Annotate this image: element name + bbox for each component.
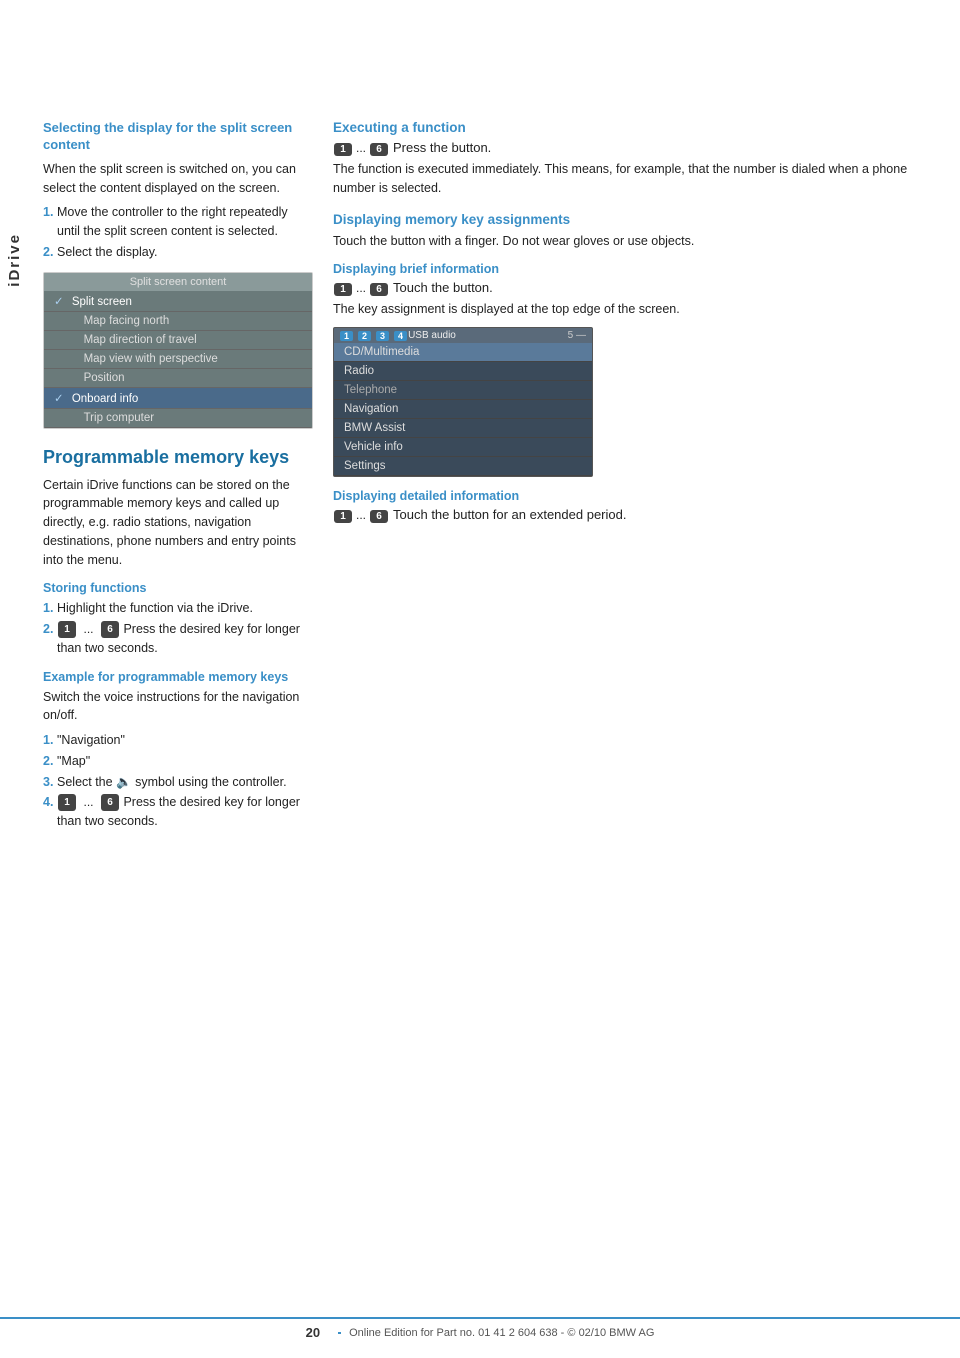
brief-key-6: 6	[370, 283, 388, 296]
split-screen-intro: When the split screen is switched on, yo…	[43, 160, 313, 198]
tab-3-num: 3	[376, 331, 389, 341]
example-step-3: 3. Select the 🔈 symbol using the control…	[43, 773, 313, 792]
section-detailed-info: Displaying detailed information 1 ... 6 …	[333, 489, 940, 523]
example-heading: Example for programmable memory keys	[43, 670, 313, 684]
key-badge-ex-6: 6	[101, 794, 119, 811]
memory-keys-intro: Certain iDrive functions can be stored o…	[43, 476, 313, 570]
screen-topbar: 1 2 3 4 USB audio 5 —	[334, 328, 592, 343]
memory-assignments-text: Touch the button with a finger. Do not w…	[333, 232, 940, 251]
split-screen-heading: Selecting the display for the split scre…	[43, 120, 313, 154]
detailed-info-heading: Displaying detailed information	[333, 489, 940, 503]
split-screen-item-5: ✓ Onboard info	[44, 388, 312, 409]
split-screen-item-2: Map direction of travel	[44, 331, 312, 350]
section-memory-keys: Programmable memory keys Certain iDrive …	[43, 447, 313, 831]
tab-4-num: 4	[394, 331, 407, 341]
tab-4-text: USB audio	[408, 330, 456, 341]
brief-info-heading: Displaying brief information	[333, 262, 940, 276]
side-label-text: iDrive	[6, 233, 23, 287]
detailed-key-1: 1	[334, 510, 352, 523]
brief-text: Touch the button.	[393, 280, 493, 295]
storing-functions-heading: Storing functions	[43, 581, 313, 595]
executing-text: Press the button.	[393, 140, 491, 155]
executing-heading: Executing a function	[333, 120, 940, 135]
content-area: Selecting the display for the split scre…	[28, 120, 960, 1308]
section-memory-assignments: Displaying memory key assignments Touch …	[333, 212, 940, 251]
brief-row: 1 ... 6 Touch the button.	[333, 280, 940, 296]
brief-detail: The key assignment is displayed at the t…	[333, 300, 940, 319]
right-column: Executing a function 1 ... 6 Press the b…	[323, 120, 960, 1308]
example-intro: Switch the voice instructions for the na…	[43, 688, 313, 726]
split-screen-item-0: ✓ Split screen	[44, 291, 312, 312]
exec-key-6: 6	[370, 143, 388, 156]
split-screen-step-2: 2. Select the display.	[43, 243, 313, 262]
brief-key-1: 1	[334, 283, 352, 296]
footer-text: Online Edition for Part no. 01 41 2 604 …	[349, 1327, 654, 1339]
tab-right: 5 —	[568, 330, 586, 341]
section-brief-info: Displaying brief information 1 ... 6 Tou…	[333, 262, 940, 477]
split-screen-item-4: Position	[44, 369, 312, 388]
executing-detail: The function is executed immediately. Th…	[333, 160, 940, 198]
screen-simulation: 1 2 3 4 USB audio 5 —	[333, 327, 593, 477]
example-steps: 1. "Navigation" 2. "Map" 3. Select the 🔈…	[43, 731, 313, 831]
example-step-1: 1. "Navigation"	[43, 731, 313, 750]
split-screen-steps: 1. Move the controller to the right repe…	[43, 203, 313, 261]
executing-row: 1 ... 6 Press the button.	[333, 140, 940, 156]
page-container: iDrive Selecting the display for the spl…	[0, 0, 960, 1358]
screen-row-3: Navigation	[334, 400, 592, 419]
storing-step-1: 1. Highlight the function via the iDrive…	[43, 599, 313, 618]
section-split-screen: Selecting the display for the split scre…	[43, 120, 313, 429]
tab-2-num: 2	[358, 331, 371, 341]
storing-step-2: 2. 1 ... 6 Press the desired key for lon…	[43, 620, 313, 658]
screen-row-2: Telephone	[334, 381, 592, 400]
split-screen-item-1: Map facing north	[44, 312, 312, 331]
split-screen-image: Split screen content ✓ Split screen Map …	[43, 272, 313, 429]
split-screen-item-3: Map view with perspective	[44, 350, 312, 369]
page-footer: 20 Online Edition for Part no. 01 41 2 6…	[0, 1317, 960, 1340]
example-step-4: 4. 1 ... 6 Press the desired key for lon…	[43, 793, 313, 831]
detailed-key-6: 6	[370, 510, 388, 523]
key-badge-6: 6	[101, 621, 119, 638]
example-step-2: 2. "Map"	[43, 752, 313, 771]
key-badge-ex-1: 1	[58, 794, 76, 811]
split-screen-item-6: Trip computer	[44, 409, 312, 428]
footer-divider	[338, 1332, 341, 1334]
exec-key-1: 1	[334, 143, 352, 156]
detailed-row: 1 ... 6 Touch the button for an extended…	[333, 507, 940, 523]
memory-assignments-heading: Displaying memory key assignments	[333, 212, 940, 227]
side-label: iDrive	[0, 160, 28, 360]
screen-row-6: Settings	[334, 457, 592, 476]
storing-steps: 1. Highlight the function via the iDrive…	[43, 599, 313, 657]
screen-row-5: Vehicle info	[334, 438, 592, 457]
key-badge-1: 1	[58, 621, 76, 638]
section-executing: Executing a function 1 ... 6 Press the b…	[333, 120, 940, 198]
screen-row-4: BMW Assist	[334, 419, 592, 438]
split-screen-label: Split screen content	[44, 273, 312, 291]
page-number: 20	[306, 1325, 320, 1340]
memory-keys-title: Programmable memory keys	[43, 447, 313, 468]
left-column: Selecting the display for the split scre…	[28, 120, 323, 1308]
tab-1-num: 1	[340, 331, 353, 341]
detailed-text: Touch the button for an extended period.	[393, 507, 626, 522]
screen-row-1: Radio	[334, 362, 592, 381]
split-screen-step-1: 1. Move the controller to the right repe…	[43, 203, 313, 241]
screen-row-0: CD/Multimedia	[334, 343, 592, 362]
